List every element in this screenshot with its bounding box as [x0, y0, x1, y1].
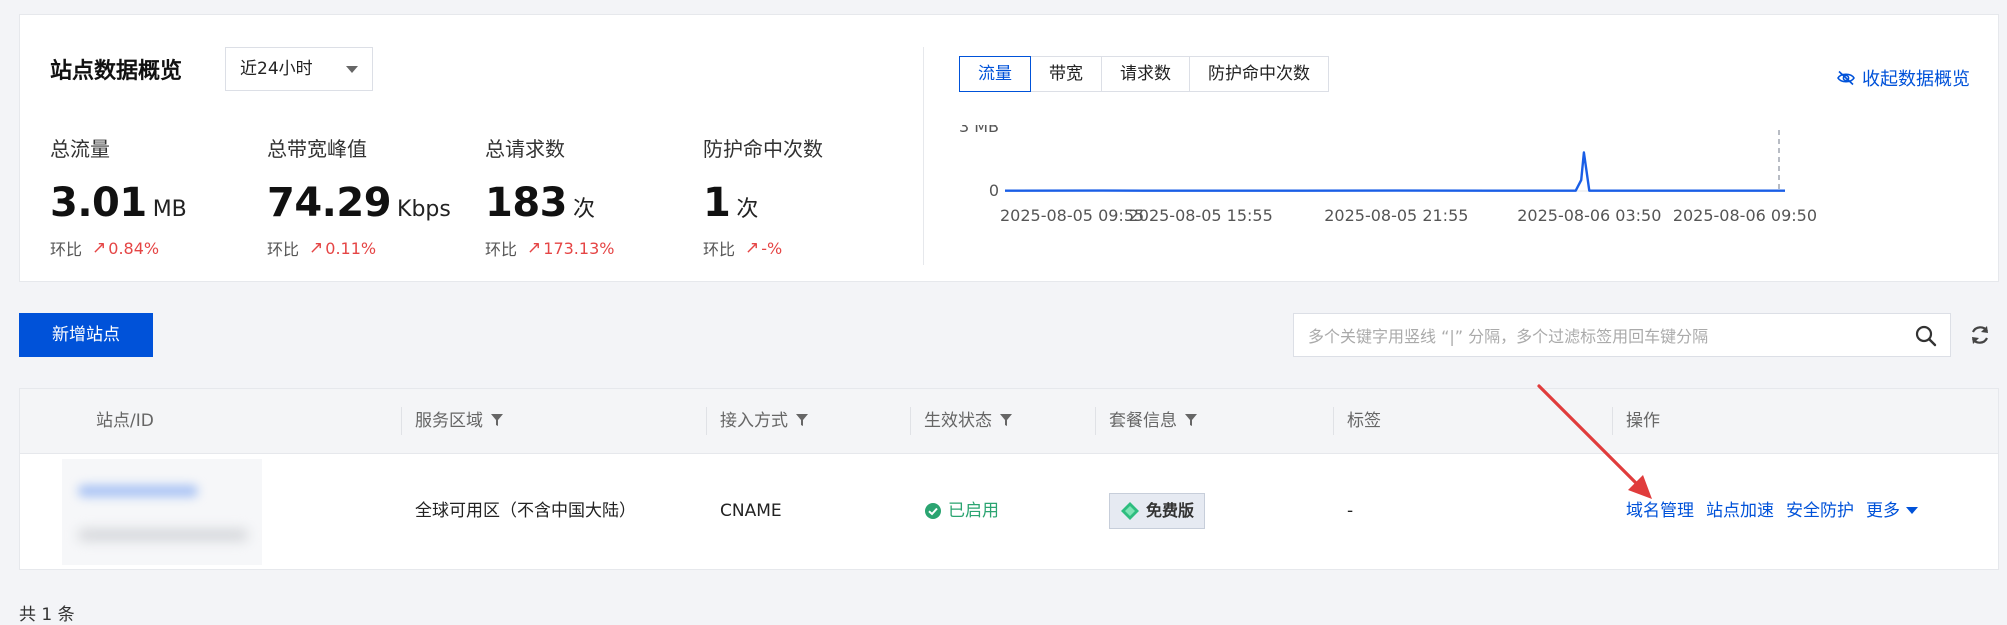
metric-cmp-value: -%	[761, 238, 783, 258]
cell-plan: 免费版	[1095, 453, 1206, 569]
site-acceleration-link[interactable]: 站点加速	[1706, 501, 1774, 521]
annotation-arrow	[1537, 384, 1652, 499]
more-dropdown[interactable]: 更多	[1866, 453, 1918, 569]
col-status: 生效状态	[910, 389, 1012, 453]
arrow-up-right-icon: ↗	[745, 238, 760, 258]
refresh-icon[interactable]	[1968, 323, 1992, 347]
y-tick-label: 3 MB	[960, 125, 999, 136]
metric-value: 3.01	[50, 180, 147, 226]
metric-label: 总流量	[50, 137, 110, 161]
check-circle-icon	[925, 503, 941, 519]
filter-icon[interactable]	[1185, 389, 1197, 453]
col-label: 生效状态	[924, 411, 992, 431]
more-label: 更多	[1866, 501, 1900, 521]
filter-icon[interactable]	[796, 389, 808, 453]
chart-tabs: 流量 带宽 请求数 防护命中次数	[959, 56, 1329, 92]
cell-status: 已启用	[910, 453, 999, 569]
cell-access: CNAME	[720, 501, 782, 521]
overview-divider	[923, 47, 924, 265]
total-count: 共 1 条	[19, 605, 75, 625]
metric-value: 1	[703, 180, 731, 226]
x-tick-label: 2025-08-05 09:55	[1000, 206, 1144, 225]
tab-requests[interactable]: 请求数	[1101, 56, 1190, 92]
y-tick-label: 0	[989, 181, 999, 200]
metric-cmp-value: 173.13%	[543, 238, 615, 258]
metric-cmp-label: 环比	[267, 240, 300, 259]
eye-off-icon	[1837, 70, 1855, 86]
col-tags: 标签	[1333, 389, 1381, 453]
metric-cmp-value: 0.84%	[108, 238, 160, 258]
tab-protection-hits[interactable]: 防护命中次数	[1189, 56, 1329, 92]
plan-badge: 免费版	[1109, 493, 1206, 529]
metric-label: 总请求数	[485, 137, 565, 161]
security-protection-link[interactable]: 安全防护	[1786, 501, 1854, 521]
cell-region: 全球可用区（不含中国大陆）	[415, 501, 636, 521]
caret-down-icon	[346, 66, 358, 73]
site-id-redacted[interactable]	[62, 459, 262, 565]
caret-down-icon	[1906, 507, 1918, 514]
metric-label: 防护命中次数	[703, 137, 823, 161]
time-range-select[interactable]: 近24小时	[225, 47, 373, 91]
metric-total-requests: 总请求数 183 次 环比 ↗ 173.13%	[485, 133, 614, 260]
search-input[interactable]	[1294, 314, 1910, 358]
search-icon[interactable]	[1914, 324, 1938, 348]
col-label: 标签	[1347, 411, 1381, 431]
metric-unit: 次	[736, 197, 759, 222]
metric-unit: MB	[152, 197, 187, 222]
metric-unit: Kbps	[397, 197, 451, 222]
metric-value: 183	[485, 180, 568, 226]
series-line	[1004, 151, 1785, 192]
overview-title: 站点数据概览	[50, 59, 183, 84]
filter-icon[interactable]	[491, 389, 503, 453]
metric-total-traffic: 总流量 3.01 MB 环比 ↗ 0.84%	[50, 133, 187, 260]
search-box	[1293, 313, 1951, 358]
metric-cmp-label: 环比	[485, 240, 518, 259]
x-tick-label: 2025-08-05 21:55	[1324, 206, 1468, 225]
status-text: 已启用	[948, 500, 999, 521]
table-header: 站点/ID 服务区域 接入方式 生效状态 套餐信息 标签 操作	[20, 389, 1998, 454]
metric-cmp-value: 0.11%	[325, 238, 377, 258]
status-badge: 已启用	[924, 502, 999, 520]
col-label: 服务区域	[415, 411, 483, 431]
col-access: 接入方式	[706, 389, 808, 453]
metric-bandwidth-peak: 总带宽峰值 74.29 Kbps 环比 ↗ 0.11%	[267, 133, 451, 260]
x-tick-label: 2025-08-05 15:55	[1129, 206, 1273, 225]
col-plan: 套餐信息	[1095, 389, 1197, 453]
collapse-overview-link[interactable]: 收起数据概览	[1836, 65, 1970, 91]
plan-text: 免费版	[1146, 501, 1195, 520]
table-row: 全球可用区（不含中国大陆） CNAME 已启用 免费版 - 域名管理 站点加速 安全…	[20, 453, 1998, 569]
metric-protection-hits: 防护命中次数 1次 环比 ↗ -%	[703, 133, 823, 260]
arrow-up-right-icon: ↗	[309, 238, 324, 258]
collapse-overview-label: 收起数据概览	[1862, 69, 1970, 90]
metric-label: 总带宽峰值	[267, 137, 367, 161]
col-site-id: 站点/ID	[82, 389, 154, 453]
time-range-value: 近24小时	[240, 59, 313, 79]
x-tick-label: 2025-08-06 09:50	[1673, 206, 1817, 225]
diamond-icon	[1121, 502, 1139, 520]
metric-unit: 次	[573, 197, 596, 222]
cell-tags: -	[1347, 501, 1354, 521]
col-label: 套餐信息	[1109, 411, 1177, 431]
col-region: 服务区域	[401, 389, 503, 453]
tab-bandwidth[interactable]: 带宽	[1030, 56, 1102, 92]
sites-table: 站点/ID 服务区域 接入方式 生效状态 套餐信息 标签 操作 全球可用区（不含…	[19, 388, 1999, 570]
metric-value: 74.29	[267, 180, 392, 226]
col-label: 接入方式	[720, 411, 788, 431]
metric-cmp-label: 环比	[703, 240, 736, 259]
filter-icon[interactable]	[1000, 389, 1012, 453]
arrow-up-right-icon: ↗	[92, 238, 107, 258]
arrow-up-right-icon: ↗	[527, 238, 542, 258]
traffic-line-chart: 3 MB 02025-08-05 09:552025-08-05 15:55 202…	[960, 125, 1817, 225]
tab-traffic[interactable]: 流量	[959, 56, 1031, 92]
metric-cmp-label: 环比	[50, 240, 83, 259]
x-tick-label: 2025-08-06 03:50	[1517, 206, 1661, 225]
add-site-button[interactable]: 新增站点	[19, 313, 153, 357]
col-label: 站点/ID	[96, 411, 154, 431]
overview-panel: 站点数据概览 近24小时 总流量 3.01 MB 环比 ↗ 0.84% 总带宽峰值 7…	[19, 14, 1999, 282]
